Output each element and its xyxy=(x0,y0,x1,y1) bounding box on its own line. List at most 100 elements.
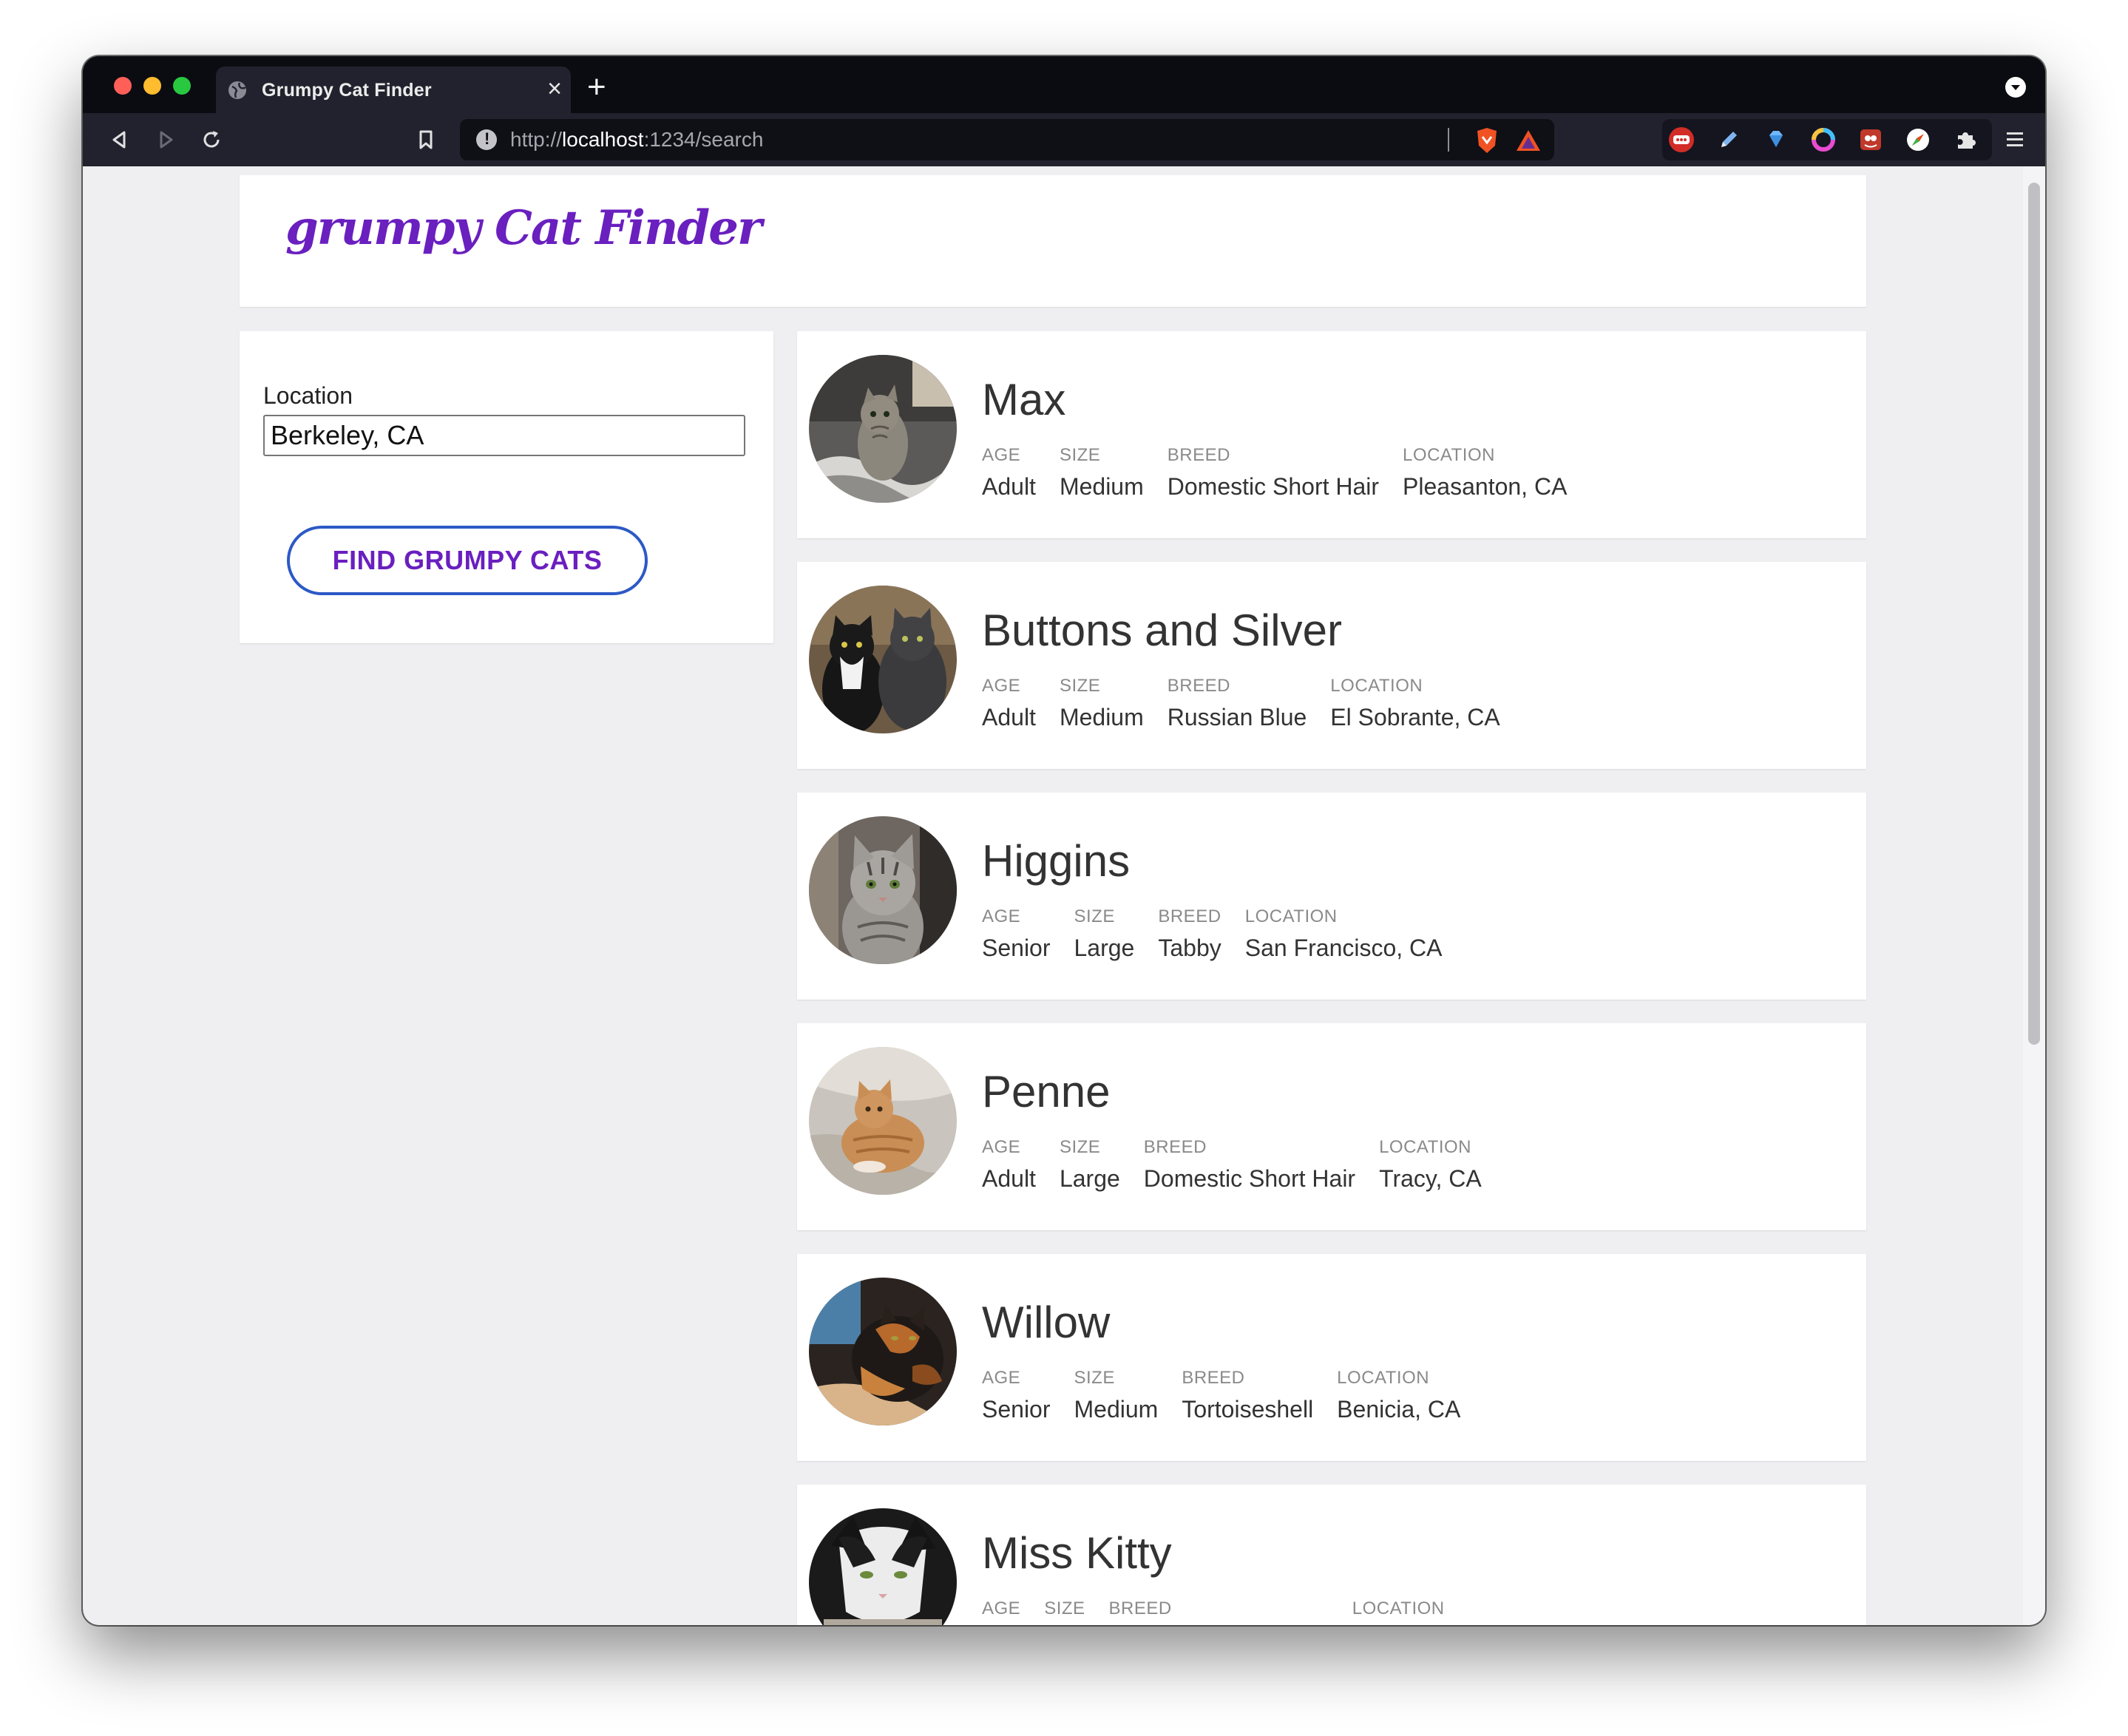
attr-value: Tracy, CA xyxy=(1379,1165,1482,1192)
lastpass-icon[interactable] xyxy=(1668,126,1695,153)
forward-icon[interactable] xyxy=(152,126,179,153)
cat-card-penne[interactable]: Penne AGE Adult SIZE Large BREED Domestic S… xyxy=(797,1023,1866,1230)
attr-age: AGE Adult xyxy=(982,445,1036,501)
attr-value: Medium xyxy=(1074,1396,1159,1423)
attr-location: LOCATION xyxy=(1352,1598,1445,1625)
attr-value: Medium xyxy=(1059,473,1144,500)
site-info-icon[interactable] xyxy=(476,129,497,150)
cat-card-buttons-and-silver[interactable]: Buttons and Silver AGE Adult SIZE Medium B… xyxy=(797,562,1866,769)
page-scrollbar[interactable] xyxy=(2023,166,2045,1625)
attr-label: AGE xyxy=(982,1368,1021,1388)
orange-tabby-photo xyxy=(809,1047,957,1195)
location-input[interactable] xyxy=(263,415,745,456)
gray-tabby-kitten-photo xyxy=(809,355,957,503)
extensions-area xyxy=(1662,119,1992,160)
cat-name[interactable]: Miss Kitty xyxy=(982,1528,1172,1579)
attr-value: Adult xyxy=(982,473,1036,500)
color-ring-icon[interactable] xyxy=(1810,126,1837,153)
attr-value: Tortoiseshell xyxy=(1182,1396,1314,1423)
attr-value: Benicia, CA xyxy=(1337,1396,1461,1423)
attr-value: Senior xyxy=(982,1396,1051,1423)
globe-icon xyxy=(228,81,246,99)
attr-value: Adult xyxy=(982,704,1036,730)
tab-menu-chevron-icon[interactable] xyxy=(2005,77,2026,98)
cat-card-miss-kitty[interactable]: Miss Kitty AGE SIZE BREED LOCATION xyxy=(797,1485,1866,1625)
maximize-window-button[interactable] xyxy=(173,77,191,95)
cat-attributes: AGE SIZE BREED LOCATION xyxy=(982,1598,1445,1625)
attr-label: LOCATION xyxy=(1244,906,1338,926)
cat-name[interactable]: Willow xyxy=(982,1297,1110,1348)
browser-tab[interactable]: Grumpy Cat Finder × xyxy=(216,67,571,113)
scrollbar-thumb[interactable] xyxy=(2028,183,2040,1045)
compass-extension-icon[interactable] xyxy=(1905,126,1931,153)
cat-photo xyxy=(809,355,957,503)
bookmark-icon[interactable] xyxy=(413,126,439,153)
reload-icon[interactable] xyxy=(198,126,225,153)
attr-size: SIZE Large xyxy=(1074,906,1135,962)
attr-label: SIZE xyxy=(1059,676,1101,696)
attr-location: LOCATION Pleasanton, CA xyxy=(1403,445,1567,501)
silver-tabby-photo xyxy=(809,816,957,964)
pen-icon[interactable] xyxy=(1715,126,1742,153)
attr-label: LOCATION xyxy=(1352,1598,1445,1618)
attr-label: SIZE xyxy=(1059,1137,1101,1157)
attr-label: LOCATION xyxy=(1403,445,1495,465)
close-window-button[interactable] xyxy=(114,77,132,95)
cat-attributes: AGE Adult SIZE Large BREED Domestic Short H… xyxy=(982,1137,1482,1193)
attr-label: BREED xyxy=(1182,1368,1245,1388)
address-bar[interactable]: http://localhost:1234/search xyxy=(460,119,1554,160)
attr-age: AGE Adult xyxy=(982,1137,1036,1193)
menu-icon[interactable] xyxy=(2005,128,2024,152)
attr-location: LOCATION San Francisco, CA xyxy=(1245,906,1443,962)
site-logo[interactable]: grumpy Cat Finder xyxy=(285,200,762,256)
attr-label: SIZE xyxy=(1074,906,1115,926)
site-header: grumpy Cat Finder xyxy=(240,175,1866,307)
mascot-extension-icon[interactable] xyxy=(1857,126,1884,153)
cat-card-max[interactable]: Max AGE Adult SIZE Medium BREED Domestic Sh… xyxy=(797,331,1866,538)
cat-photo xyxy=(809,816,957,964)
cat-name[interactable]: Max xyxy=(982,374,1065,425)
attr-size: SIZE Medium xyxy=(1060,445,1144,501)
new-tab-icon[interactable]: + xyxy=(587,71,606,104)
close-tab-icon[interactable]: × xyxy=(547,75,562,102)
attr-value: Adult xyxy=(982,1165,1036,1192)
attr-value: Pleasanton, CA xyxy=(1403,473,1568,500)
cat-name[interactable]: Higgins xyxy=(982,835,1130,886)
back-icon[interactable] xyxy=(106,126,133,153)
minimize-window-button[interactable] xyxy=(143,77,161,95)
attr-value: Domestic Short Hair xyxy=(1143,1165,1356,1192)
cat-attributes: AGE Adult SIZE Medium BREED Domestic Short … xyxy=(982,445,1567,501)
attr-label: BREED xyxy=(1108,1598,1172,1618)
attr-label: AGE xyxy=(982,906,1021,926)
cat-card-higgins[interactable]: Higgins AGE Senior SIZE Large BREED Tabby L… xyxy=(797,793,1866,1000)
diamond-icon[interactable] xyxy=(1763,126,1789,153)
browser-window: Grumpy Cat Finder × + http://localhost:1… xyxy=(83,56,2045,1625)
attr-value: Tabby xyxy=(1158,935,1221,961)
tab-title: Grumpy Cat Finder xyxy=(262,80,432,101)
cat-photo xyxy=(809,1508,957,1625)
attr-label: SIZE xyxy=(1059,445,1101,465)
attr-location: LOCATION Benicia, CA xyxy=(1337,1368,1460,1423)
cat-name[interactable]: Buttons and Silver xyxy=(982,605,1342,656)
results-list: Max AGE Adult SIZE Medium BREED Domestic Sh… xyxy=(797,331,1866,1625)
attr-value: Large xyxy=(1074,935,1135,961)
attr-value: Large xyxy=(1059,1165,1120,1192)
browser-toolbar: http://localhost:1234/search xyxy=(83,113,2045,166)
find-grumpy-cats-button[interactable]: FIND GRUMPY CATS xyxy=(287,526,648,595)
attr-breed: BREED Domestic Short Hair xyxy=(1168,445,1379,501)
puzzle-icon[interactable] xyxy=(1952,126,1979,153)
attr-label: SIZE xyxy=(1074,1368,1115,1388)
cat-name[interactable]: Penne xyxy=(982,1066,1111,1117)
search-panel: Location FIND GRUMPY CATS xyxy=(240,331,773,643)
attr-location: LOCATION Tracy, CA xyxy=(1379,1137,1482,1193)
url-text: http://localhost:1234/search xyxy=(510,128,764,151)
attr-label: SIZE xyxy=(1044,1598,1085,1618)
browser-titlebar: Grumpy Cat Finder × + xyxy=(83,56,2045,113)
attr-value: Russian Blue xyxy=(1167,704,1307,730)
brave-rewards-icon[interactable] xyxy=(1514,128,1542,153)
attr-label: AGE xyxy=(982,1137,1021,1157)
cat-card-willow[interactable]: Willow AGE Senior SIZE Medium BREED Tortois… xyxy=(797,1254,1866,1461)
brave-shields-icon[interactable] xyxy=(1474,126,1500,155)
attr-breed: BREED Russian Blue xyxy=(1168,676,1307,731)
cat-photo xyxy=(809,1047,957,1195)
